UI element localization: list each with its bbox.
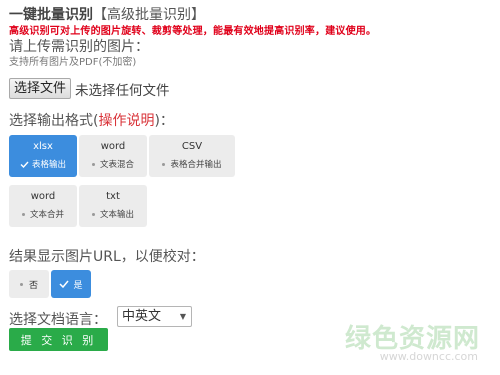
option-title: txt xyxy=(106,191,120,202)
option-title: xlsx xyxy=(33,141,53,152)
title-sub: 【高级批量识别】 xyxy=(93,7,205,23)
format-label-prefix: 选择输出格式( xyxy=(9,113,99,129)
format-label: 选择输出格式(操作说明)： xyxy=(9,110,174,130)
choose-file-button[interactable]: 选择文件 xyxy=(9,78,72,99)
upload-support-note: 支持所有图片及PDF(不加密) xyxy=(9,57,137,68)
radio-dot-icon xyxy=(91,163,95,166)
option-sub-label: 表格输出 xyxy=(31,160,66,170)
submit-button[interactable]: 提 交 识 别 xyxy=(9,328,108,351)
language-select[interactable]: 中英文 ▼ xyxy=(117,306,192,327)
option-sub: 文表混合 xyxy=(79,158,147,170)
check-icon xyxy=(59,280,70,288)
radio-dot-icon xyxy=(91,213,95,216)
option-sub-label: 文本输出 xyxy=(99,210,134,220)
option-sub-label: 文本合并 xyxy=(29,210,64,220)
url-option-label: 结果显示图片URL，以便校对： xyxy=(9,249,205,265)
check-icon xyxy=(20,161,29,168)
radio-dot-icon xyxy=(19,282,23,286)
format-option-xlsx[interactable]: xlsx 表格输出 xyxy=(9,135,77,177)
option-title: word xyxy=(30,191,56,202)
radio-dot-icon xyxy=(21,213,25,216)
option-title: word xyxy=(100,141,126,152)
format-label-suffix: )： xyxy=(154,113,174,129)
option-title: CSV xyxy=(181,141,203,152)
warning-text: 高级识别可对上传的图片旋转、裁剪等处理，能最有效地提高识别率，建议使用。 xyxy=(9,26,377,37)
option-sub-label: 表格合并输出 xyxy=(170,160,222,170)
file-status: 未选择任何文件 xyxy=(75,82,170,99)
dropdown-arrow-icon: ▼ xyxy=(179,312,186,321)
url-option-no[interactable]: 否 xyxy=(9,270,49,298)
help-link[interactable]: 操作说明 xyxy=(98,113,154,129)
page-title: 一键批量识别【高级批量识别】 xyxy=(9,4,205,24)
option-sub: 表格输出 xyxy=(9,158,77,170)
title-main: 一键批量识别 xyxy=(9,7,93,23)
format-option-word-mixed[interactable]: word 文表混合 xyxy=(79,135,147,177)
watermark-url: www.downcc.com xyxy=(379,350,478,363)
language-label: 选择文档语言： xyxy=(9,312,107,328)
url-option-yes[interactable]: 是 xyxy=(51,270,91,298)
option-sub-label: 文表混合 xyxy=(99,160,134,170)
url-option-no-label: 否 xyxy=(28,280,38,291)
language-select-value: 中英文 xyxy=(122,309,162,324)
format-option-csv[interactable]: CSV 表格合并输出 xyxy=(149,135,235,177)
format-option-word-merge[interactable]: word 文本合并 xyxy=(9,185,77,227)
file-input-row: 选择文件 未选择任何文件 xyxy=(9,78,170,99)
option-sub: 表格合并输出 xyxy=(149,158,235,170)
radio-dot-icon xyxy=(162,163,166,166)
option-sub: 文本输出 xyxy=(79,208,147,220)
url-option-yes-label: 是 xyxy=(73,280,83,291)
format-option-txt[interactable]: txt 文本输出 xyxy=(79,185,147,227)
option-sub: 文本合并 xyxy=(9,208,77,220)
